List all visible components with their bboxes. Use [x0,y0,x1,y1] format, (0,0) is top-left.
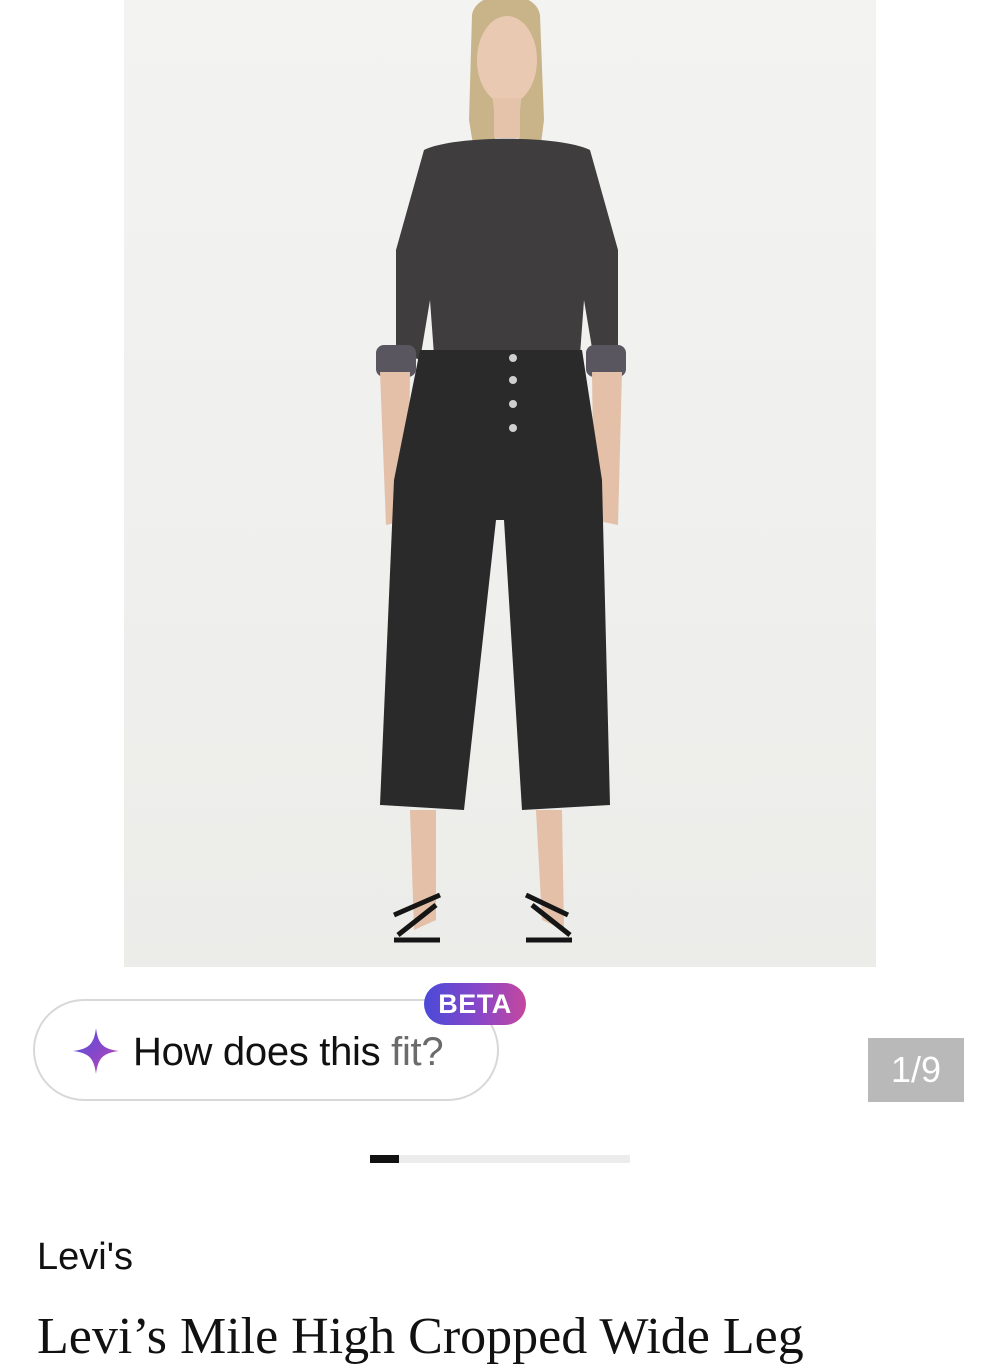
brand-name[interactable]: Levi's [37,1233,133,1281]
sparkle-icon [73,1028,119,1074]
carousel-progress-fill [370,1155,399,1163]
image-counter: 1/9 [868,1038,964,1102]
fit-label-tail: fit? [391,1030,444,1074]
carousel-progress-track[interactable] [370,1155,630,1163]
fit-assistant-label: How does this fit? [133,1029,444,1075]
fit-label-main: How does this [133,1030,392,1074]
product-title: Levi’s Mile High Cropped Wide Leg [37,1308,804,1365]
product-image[interactable] [124,0,876,967]
beta-badge: BETA [424,983,526,1025]
model-photo [376,0,626,943]
